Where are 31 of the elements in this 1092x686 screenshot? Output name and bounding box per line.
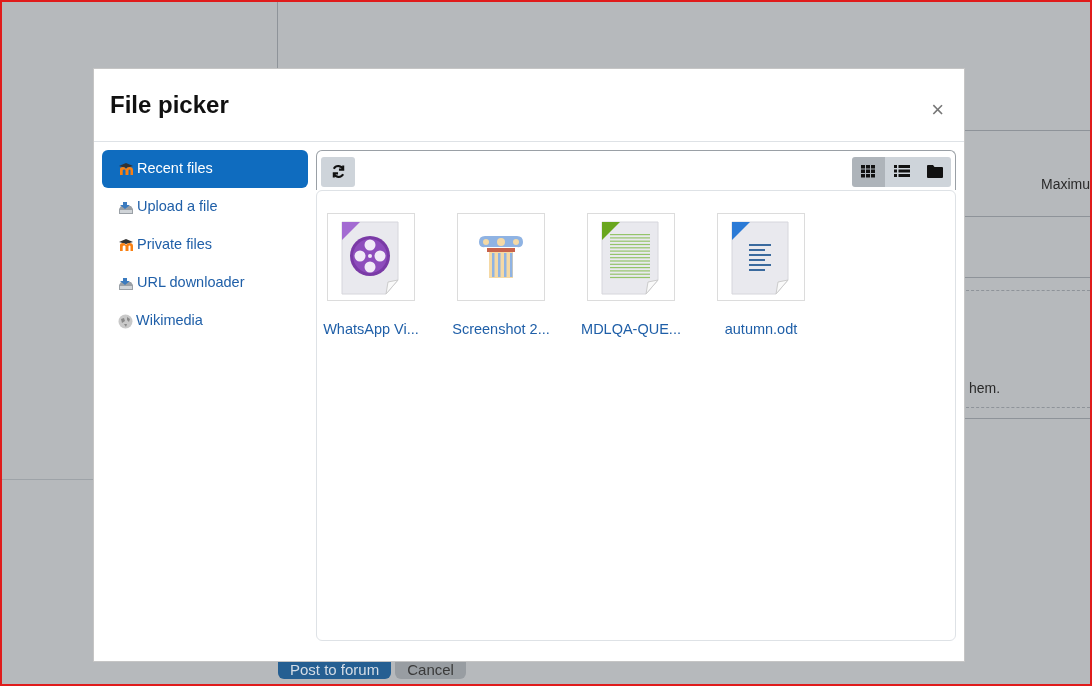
file-name-link[interactable]: autumn.odt: [724, 319, 798, 341]
hat-logo-icon: [118, 162, 134, 176]
grid-view-icon: [861, 165, 876, 178]
file-name-link[interactable]: Screenshot 2...: [452, 319, 550, 341]
hat-logo-icon: [118, 238, 134, 252]
file-name-link[interactable]: WhatsApp Vi...: [323, 319, 419, 341]
close-button[interactable]: ×: [927, 99, 948, 121]
repository-link[interactable]: Upload a file: [102, 188, 308, 226]
refresh-icon: [330, 164, 346, 179]
file-thumbnail[interactable]: [587, 213, 675, 301]
view-toggle[interactable]: [918, 156, 951, 187]
column-icon: [476, 234, 526, 280]
file-thumbnail[interactable]: [457, 213, 545, 301]
view-toggle[interactable]: [852, 156, 885, 187]
note-text: hem.: [969, 379, 1001, 398]
dialog-title: File picker: [110, 90, 229, 120]
file-name-link[interactable]: MDLQA-QUE...: [581, 319, 681, 341]
upload-tray-icon: [118, 199, 134, 215]
repository-link[interactable]: Private files: [102, 226, 308, 264]
folder-icon: [926, 165, 943, 178]
list-view-icon: [893, 165, 910, 178]
upload-tray-icon: [118, 275, 134, 291]
refresh-button[interactable]: [321, 156, 355, 187]
globe-icon: [118, 313, 133, 329]
repository-link[interactable]: Recent files: [102, 150, 308, 188]
view-toggle[interactable]: [885, 156, 918, 187]
column-header: Maximu: [1041, 175, 1090, 195]
repository-link[interactable]: URL downloader: [102, 264, 308, 302]
file-thumbnail[interactable]: [717, 213, 805, 301]
file-thumbnail[interactable]: [327, 213, 415, 301]
repository-link[interactable]: Wikimedia: [102, 302, 308, 340]
